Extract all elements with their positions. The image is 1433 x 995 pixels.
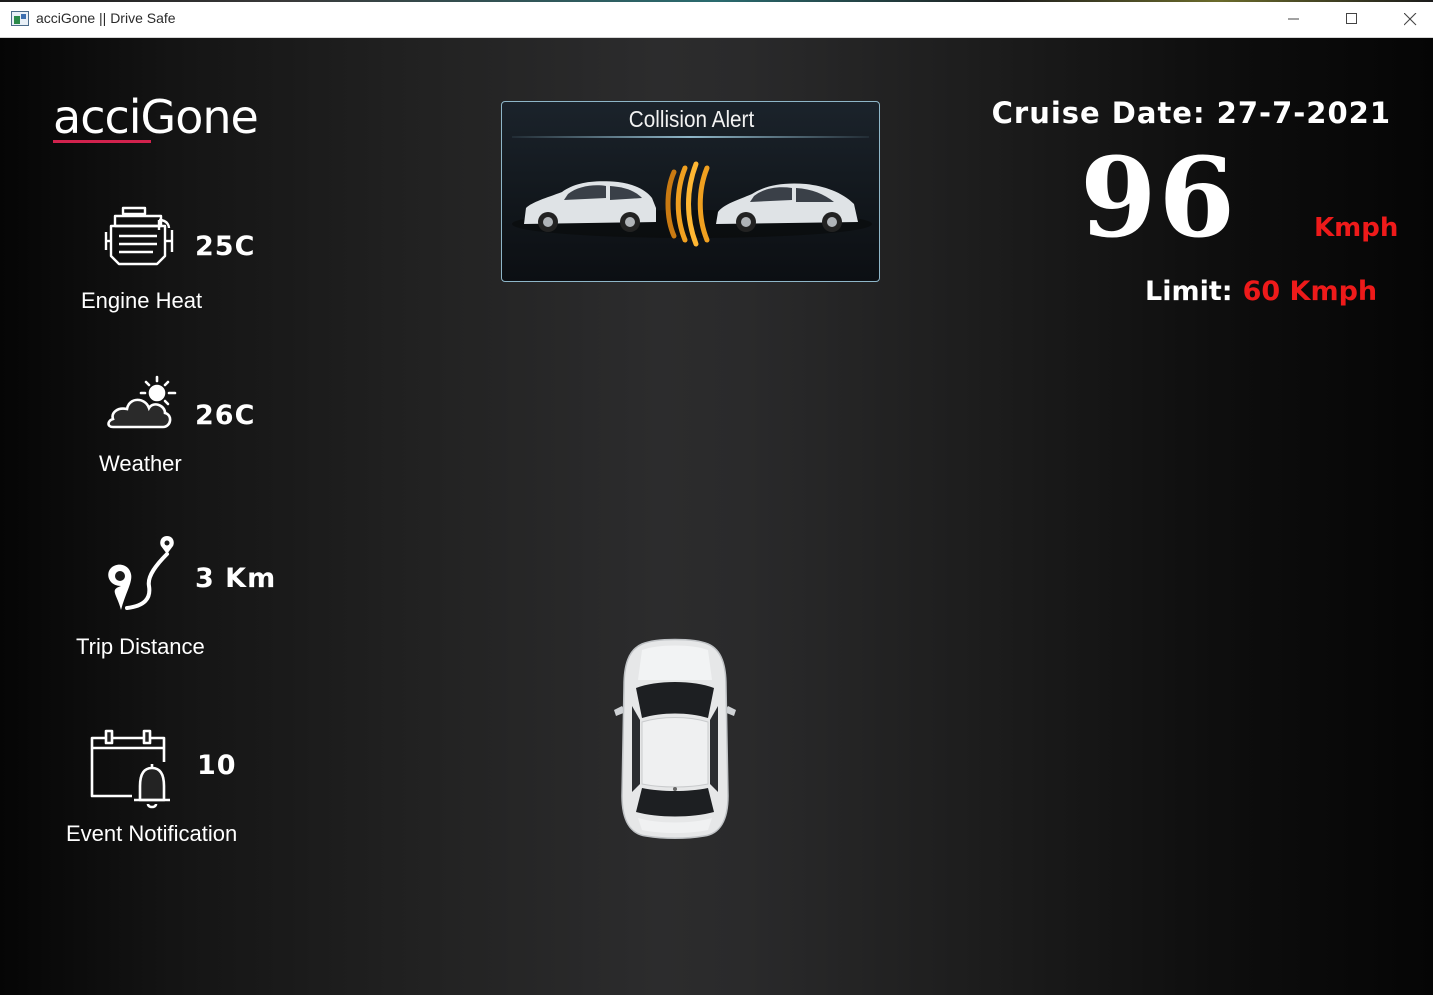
window-title: acciGone || Drive Safe (36, 10, 176, 26)
calendar-bell-icon (90, 729, 170, 809)
maximize-icon (1346, 13, 1357, 24)
cruise-date: Cruise Date: 27-7-2021 (991, 96, 1391, 130)
engine-heat-label: Engine Heat (81, 288, 203, 313)
event-notification-value: 10 (197, 750, 237, 781)
engine-heat-value: 25C (195, 231, 256, 262)
engine-icon (104, 206, 174, 266)
window-title-bar: acciGone || Drive Safe (0, 0, 1433, 38)
logo-underline (53, 140, 151, 143)
collision-alert-title: Collision Alert (628, 106, 755, 132)
speed-limit-label: Limit: (1145, 276, 1233, 307)
minimize-button[interactable] (1265, 0, 1323, 38)
close-icon (1403, 12, 1416, 25)
trip-distance-value: 3 Km (195, 563, 277, 594)
collision-illustration (512, 161, 872, 247)
collision-alert-panel: Collision Alert (501, 101, 880, 282)
speed-limit-value: 60 Kmph (1242, 276, 1378, 307)
speed-value: 96 (1080, 133, 1238, 262)
car-top-view-icon (614, 638, 736, 839)
speed-unit: Kmph (1314, 213, 1399, 243)
weather-icon (107, 375, 177, 429)
route-icon (108, 536, 174, 610)
speed-limit: Limit: 60 Kmph (1145, 276, 1377, 307)
dashboard: acciGone 25C Engine Heat 26C Weather 3 K… (0, 38, 1433, 995)
title-bar-accent (0, 0, 1433, 2)
event-notification-label: Event Notification (66, 821, 238, 846)
brand-logo: acciGone (53, 90, 259, 144)
minimize-icon (1288, 18, 1299, 20)
weather-label: Weather (99, 451, 182, 476)
app-icon (11, 11, 29, 26)
trip-distance-label: Trip Distance (76, 634, 205, 659)
maximize-button[interactable] (1323, 0, 1381, 38)
alert-title-divider (512, 136, 869, 138)
weather-value: 26C (195, 400, 256, 431)
close-button[interactable] (1381, 0, 1433, 38)
